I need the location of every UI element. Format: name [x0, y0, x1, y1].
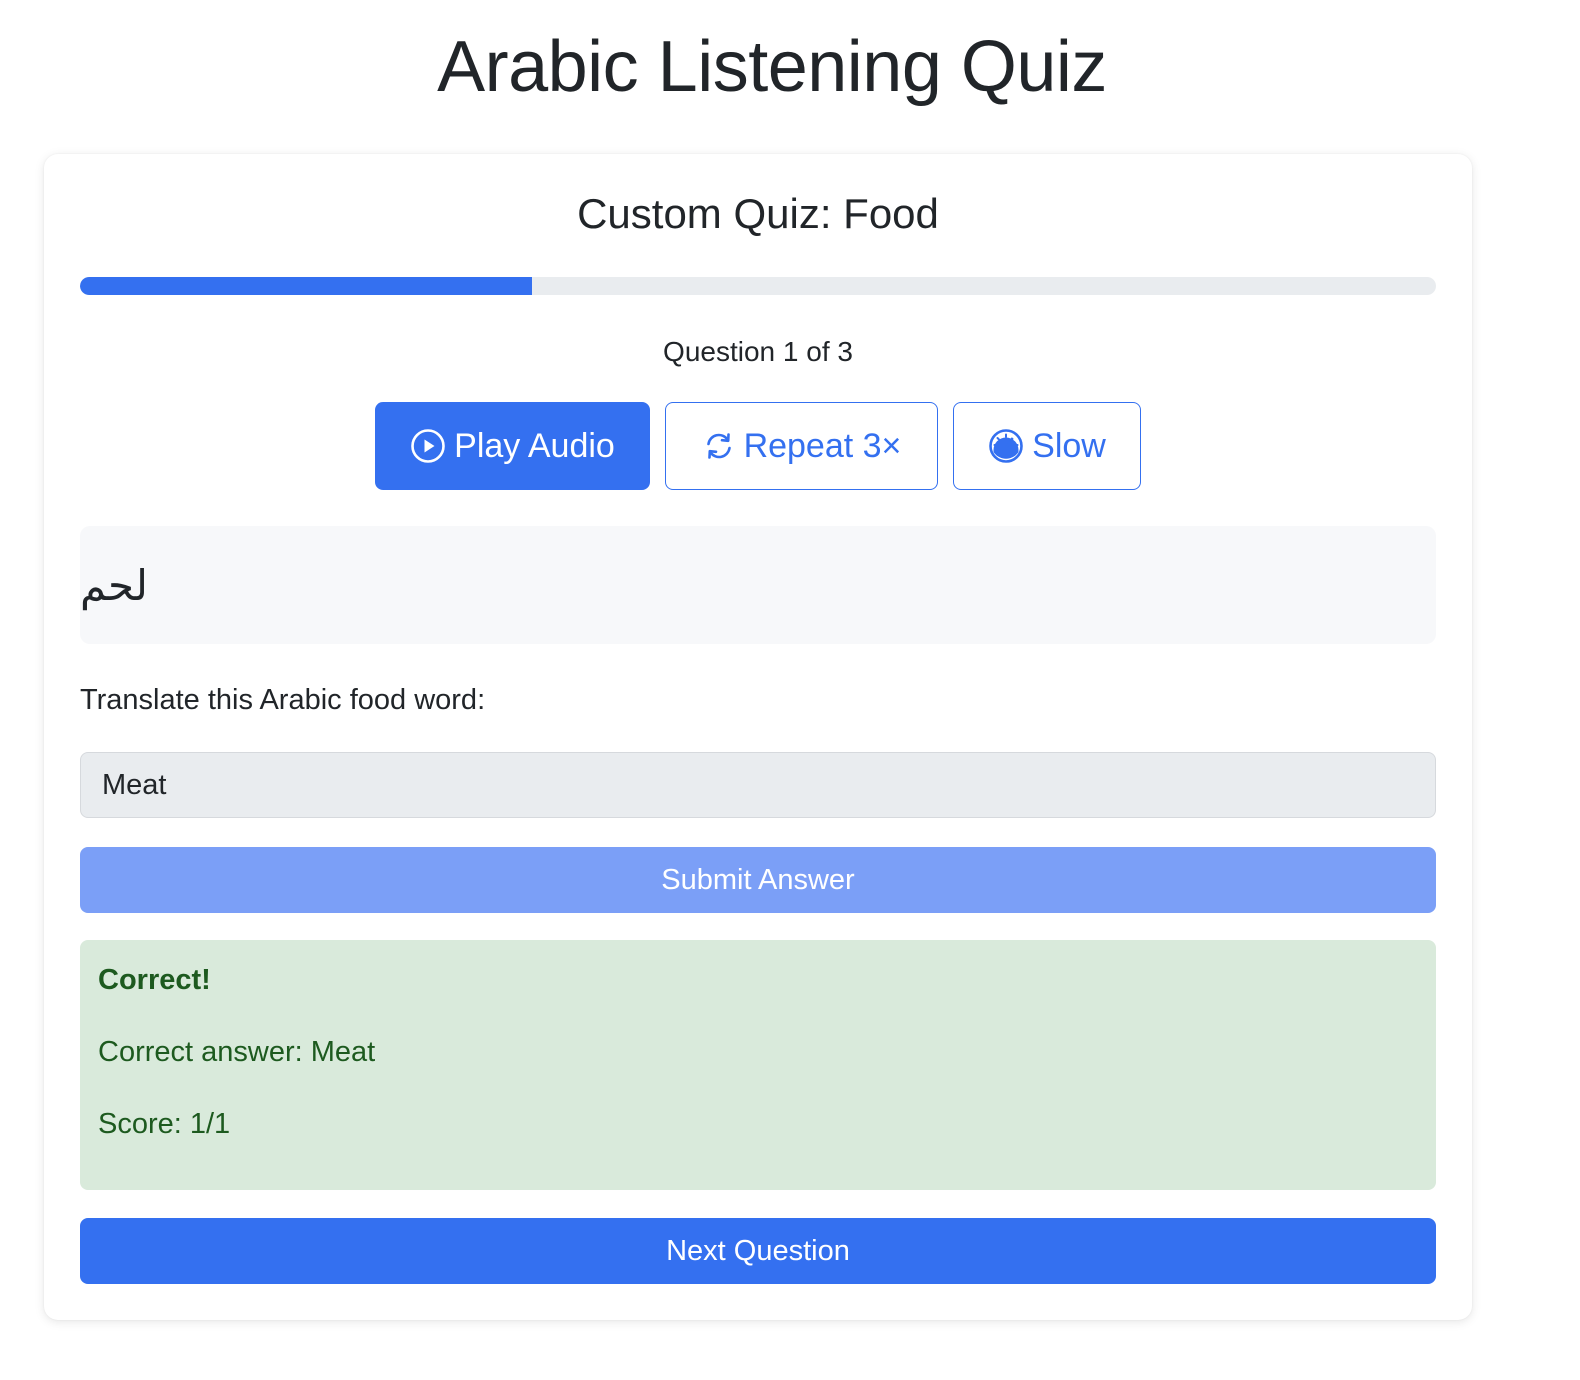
repeat-audio-label: Repeat 3×: [743, 426, 902, 465]
question-prompt: Translate this Arabic food word:: [80, 684, 486, 716]
speedometer-icon: [988, 428, 1024, 464]
repeat-audio-button[interactable]: Repeat 3×: [665, 402, 938, 490]
quiz-card: Custom Quiz: Food Question 1 of 3 Play A…: [44, 154, 1472, 1320]
feedback-alert: Correct! Correct answer: Meat Score: 1/1: [80, 940, 1436, 1190]
quiz-title: Custom Quiz: Food: [577, 190, 939, 237]
slow-audio-button[interactable]: Slow: [953, 402, 1141, 490]
play-audio-button[interactable]: Play Audio: [375, 402, 650, 490]
feedback-heading: Correct!: [98, 964, 211, 996]
slow-audio-label: Slow: [1032, 426, 1106, 465]
submit-answer-button[interactable]: Submit Answer: [80, 847, 1436, 913]
next-question-button[interactable]: Next Question: [80, 1218, 1436, 1284]
play-circle-icon: [410, 428, 446, 464]
repeat-arrows-icon: [702, 429, 736, 463]
play-audio-label: Play Audio: [454, 426, 615, 465]
page-title: Arabic Listening Quiz: [437, 27, 1107, 107]
arabic-word-display: لحم: [80, 526, 1436, 644]
progress-bar: [80, 277, 1436, 295]
arabic-word: لحم: [80, 560, 148, 610]
progress-bar-fill: [80, 277, 532, 295]
feedback-correct-answer: Correct answer: Meat: [98, 1036, 376, 1068]
question-counter: Question 1 of 3: [663, 336, 853, 367]
audio-controls: Play Audio Repeat 3× Slow: [375, 402, 1141, 490]
answer-input[interactable]: [80, 752, 1436, 818]
feedback-score: Score: 1/1: [98, 1108, 231, 1140]
